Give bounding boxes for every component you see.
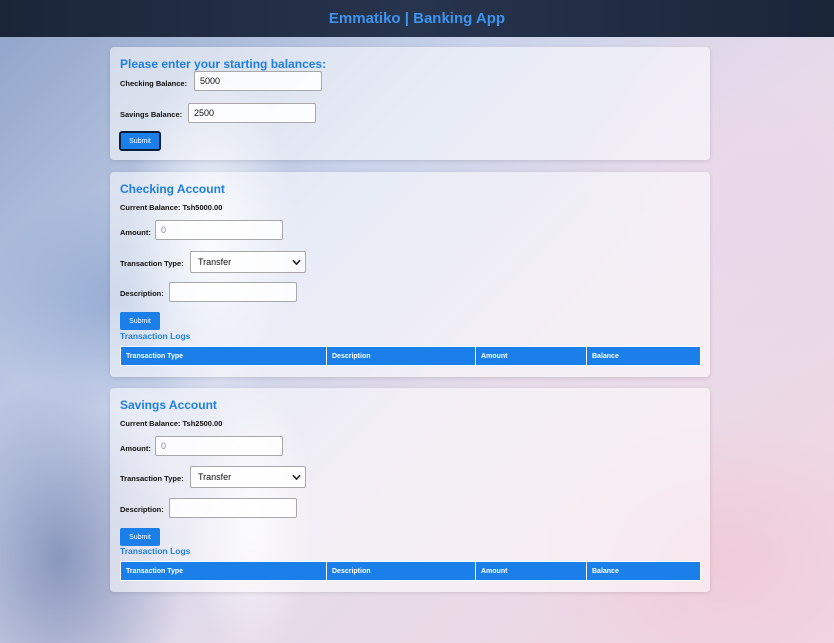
checking-type-label: Transaction Type: <box>120 259 184 268</box>
savings-type-select[interactable]: Transfer <box>190 466 306 488</box>
savings-balance-input[interactable]: 2500 <box>188 103 316 123</box>
checking-account-heading: Checking Account <box>120 182 225 196</box>
column-header: Amount <box>475 346 587 366</box>
savings-submit-button[interactable]: Submit <box>120 528 160 546</box>
checking-type-value: Transfer <box>198 257 232 267</box>
chevron-down-icon <box>292 259 301 265</box>
savings-type-label: Transaction Type: <box>120 474 184 483</box>
app-header: Emmatiko | Banking App <box>0 0 834 37</box>
column-header: Transaction Type <box>120 561 327 581</box>
savings-description-input[interactable] <box>169 498 297 518</box>
column-header: Description <box>326 561 476 581</box>
checking-description-input[interactable] <box>169 282 297 302</box>
column-header: Transaction Type <box>120 346 327 366</box>
savings-logs-title: Transaction Logs <box>120 546 191 556</box>
checking-amount-input[interactable]: 0 <box>155 220 283 240</box>
savings-description-label: Description: <box>120 505 164 514</box>
column-header: Balance <box>586 346 701 366</box>
savings-amount-label: Amount: <box>120 444 151 453</box>
checking-logs-title: Transaction Logs <box>120 331 191 341</box>
starting-balances-heading: Please enter your starting balances: <box>120 57 327 71</box>
savings-balance-label: Savings Balance: <box>120 110 183 119</box>
checking-balance-input[interactable]: 5000 <box>194 71 322 91</box>
savings-account-card: Savings Account Current Balance: Tsh2500… <box>110 388 710 592</box>
savings-amount-value: 0 <box>161 441 167 451</box>
savings-logs-table: Transaction Type Description Amount Bala… <box>120 561 701 581</box>
checking-logs-header-row: Transaction Type Description Amount Bala… <box>120 346 701 366</box>
checking-description-label: Description: <box>120 289 164 298</box>
column-header: Balance <box>586 561 701 581</box>
app-title: Emmatiko | Banking App <box>328 10 506 27</box>
checking-current-balance: Current Balance: Tsh5000.00 <box>120 203 223 212</box>
savings-amount-input[interactable]: 0 <box>155 436 283 456</box>
starting-balances-card: Please enter your starting balances: Che… <box>110 47 710 160</box>
chevron-down-icon <box>292 474 301 480</box>
savings-current-balance: Current Balance: Tsh2500.00 <box>120 419 223 428</box>
checking-balance-label: Checking Balance: <box>120 79 188 88</box>
checking-amount-value: 0 <box>161 225 167 235</box>
checking-submit-button[interactable]: Submit <box>120 312 160 330</box>
column-header: Description <box>326 346 476 366</box>
column-header: Amount <box>475 561 587 581</box>
checking-balance-value: 5000 <box>200 76 221 86</box>
checking-logs-table: Transaction Type Description Amount Bala… <box>120 346 701 366</box>
checking-account-card: Checking Account Current Balance: Tsh500… <box>110 172 710 377</box>
savings-type-value: Transfer <box>198 472 232 482</box>
checking-type-select[interactable]: Transfer <box>190 251 306 273</box>
savings-account-heading: Savings Account <box>120 398 217 412</box>
checking-amount-label: Amount: <box>120 228 151 237</box>
setup-submit-button[interactable]: Submit <box>119 131 161 151</box>
savings-balance-value: 2500 <box>194 108 215 118</box>
savings-logs-header-row: Transaction Type Description Amount Bala… <box>120 561 701 581</box>
